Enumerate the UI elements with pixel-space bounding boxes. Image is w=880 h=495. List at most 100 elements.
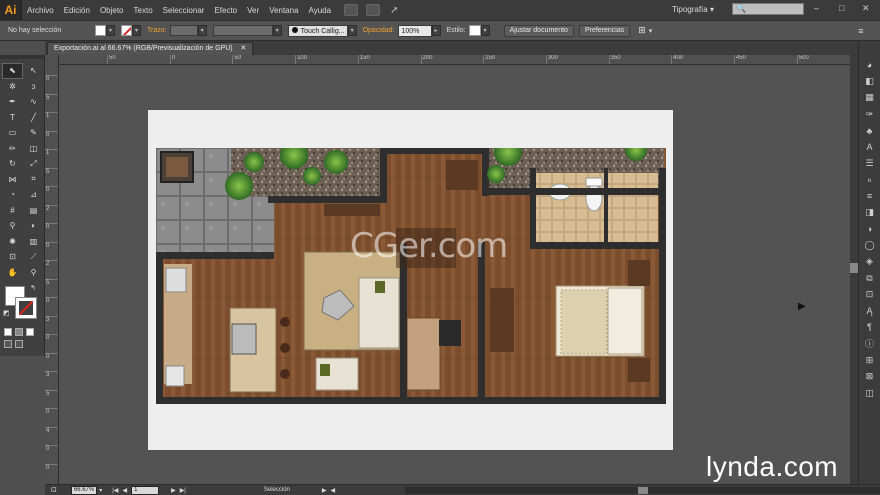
free-transform-tool-icon[interactable]: ⌗ (23, 172, 44, 188)
appearance-panel-icon[interactable]: ◯ (859, 237, 880, 253)
menu-ver[interactable]: Ver (242, 6, 264, 15)
curvature-tool-icon[interactable]: ∿ (23, 94, 44, 110)
brush-dropdown[interactable]: ▾ (347, 25, 357, 36)
zoom-dropdown-icon[interactable]: ▾ (99, 487, 102, 494)
pencil-tool-icon[interactable]: ✏ (2, 141, 23, 157)
swatches-panel-icon[interactable]: ▦ (859, 90, 880, 106)
minimize-icon[interactable]: ‒ (814, 3, 819, 13)
color-panel-icon[interactable]: ◕ (859, 57, 880, 73)
glyphs-panel-icon[interactable]: Ą (859, 303, 880, 319)
gpu-rocket-icon[interactable]: ➚ (390, 5, 398, 16)
layers-panel-icon[interactable]: ◈ (859, 254, 880, 270)
menu-texto[interactable]: Texto (129, 6, 158, 15)
view-icon[interactable]: ⊡ (51, 486, 57, 494)
lasso-tool-icon[interactable]: ↄ (23, 79, 44, 95)
tab-close-icon[interactable]: ✕ (240, 45, 246, 52)
pathfinder-panel-icon[interactable]: ◫ (859, 385, 880, 401)
blend-tool-icon[interactable]: ◐ (23, 218, 44, 234)
stroke-weight-dropdown[interactable]: ▾ (197, 25, 207, 36)
canvas-area[interactable]: ▶ (59, 65, 850, 484)
draw-mode-icon[interactable] (4, 340, 12, 348)
rotate-tool-icon[interactable]: ↻ (2, 156, 23, 172)
menu-seleccionar[interactable]: Seleccionar (158, 6, 210, 15)
hand-tool-icon[interactable]: ✋ (2, 265, 23, 281)
color-guide-icon[interactable]: ◧ (859, 73, 880, 89)
opentype-panel-icon[interactable]: ℴ (859, 172, 880, 188)
opacity-label[interactable]: Opacidad: (363, 27, 395, 34)
horizontal-scrollbar[interactable] (405, 487, 880, 494)
transform-panel-icon[interactable]: ⊠ (859, 368, 880, 384)
opacity-dropdown[interactable]: ▸ (431, 25, 441, 36)
stroke-color-swatch[interactable] (15, 297, 37, 319)
selection-tool-icon[interactable]: ⬉ (2, 63, 23, 79)
scrollbar-thumb[interactable] (850, 263, 858, 273)
gradient-tool-icon[interactable]: ▤ (23, 203, 44, 219)
opacity-field[interactable]: 100% (397, 24, 432, 37)
tabs-panel-icon[interactable]: ¶ (859, 319, 880, 335)
last-artboard-icon[interactable]: ▶| (180, 487, 186, 494)
menu-efecto[interactable]: Efecto (209, 6, 242, 15)
mesh-tool-icon[interactable]: # (2, 203, 23, 219)
style-swatch[interactable] (468, 25, 481, 36)
rectangle-tool-icon[interactable]: ▭ (2, 125, 23, 141)
none-mode-icon[interactable] (26, 328, 34, 336)
scroll-left-icon[interactable]: ◀ (331, 487, 336, 494)
menu-ayuda[interactable]: Ayuda (304, 6, 337, 15)
symbols-panel-icon[interactable]: ♣ (859, 123, 880, 139)
floor-plan-illustration[interactable] (156, 148, 666, 404)
vertical-ruler[interactable]: 0510150200250300350400 (45, 55, 59, 484)
gradient-mode-icon[interactable] (15, 328, 23, 336)
close-icon[interactable]: ✕ (862, 3, 870, 14)
artboard-tool-icon[interactable]: ⊡ (2, 249, 23, 265)
eyedropper-tool-icon[interactable]: ⚲ (2, 218, 23, 234)
maximize-icon[interactable]: □ (839, 3, 844, 13)
menu-archivo[interactable]: Archivo (22, 6, 59, 15)
width-tool-icon[interactable]: ⋈ (2, 172, 23, 188)
eraser-tool-icon[interactable]: ◫ (23, 141, 44, 157)
perspective-grid-tool-icon[interactable]: ⊿ (23, 187, 44, 203)
line-tool-icon[interactable]: ╱ (23, 110, 44, 126)
default-colors-icon[interactable]: ◩ (3, 309, 10, 317)
character-panel-icon[interactable]: A (859, 139, 880, 155)
next-artboard-icon[interactable]: ▶ (171, 487, 176, 494)
links-panel-icon[interactable]: ⊡ (859, 286, 880, 302)
fill-swatch[interactable] (95, 25, 106, 36)
search-input[interactable]: 🔍 (732, 3, 804, 15)
vertical-scrollbar[interactable] (850, 41, 858, 484)
transparency-panel-icon[interactable]: ◑ (859, 221, 880, 237)
arrange-docs-icon[interactable] (366, 4, 381, 16)
scale-tool-icon[interactable]: ⤢ (23, 156, 44, 172)
shape-builder-tool-icon[interactable]: ◔ (2, 187, 23, 203)
variable-width-dropdown[interactable]: ▾ (272, 25, 282, 36)
prev-artboard-icon[interactable]: ◀ (122, 487, 127, 494)
stroke-swatch[interactable] (121, 25, 132, 36)
panel-menu-icon[interactable]: ≡ (858, 26, 863, 36)
align-panel-icon[interactable]: ⊞ (859, 352, 880, 368)
magic-wand-tool-icon[interactable]: ✲ (2, 79, 23, 95)
menu-objeto[interactable]: Objeto (95, 6, 129, 15)
control-menu-icon[interactable]: ▾ (649, 27, 653, 35)
document-tab[interactable]: Exportación.ai al 66.67% (RGB/Previsuali… (47, 42, 254, 55)
info-panel-icon[interactable]: ⓘ (859, 336, 880, 352)
status-arrow-icon[interactable]: ▶ (322, 487, 327, 494)
horizontal-scrollbar-thumb[interactable] (638, 487, 648, 494)
artboard[interactable]: ▶ (148, 110, 806, 450)
artboard-number-field[interactable]: 1 (131, 485, 160, 495)
zoom-tool-icon[interactable]: ⚲ (23, 265, 44, 281)
screen-mode-icon[interactable] (15, 340, 23, 348)
color-mode-icon[interactable] (4, 328, 12, 336)
preferences-button[interactable]: Preferencias (578, 24, 631, 37)
symbol-sprayer-tool-icon[interactable]: ✺ (2, 234, 23, 250)
horizontal-ruler[interactable]: 5005010015020025030035040045050055060065… (59, 55, 850, 65)
column-graph-tool-icon[interactable]: ▥ (23, 234, 44, 250)
brushes-panel-icon[interactable]: ✑ (859, 106, 880, 122)
workspace-switcher[interactable]: Tipografía ▾ (672, 5, 714, 14)
adjust-document-button[interactable]: Ajustar documento (503, 24, 574, 37)
gradient-panel-icon[interactable]: ◨ (859, 205, 880, 221)
stroke-label[interactable]: Trazo: (147, 27, 167, 34)
menu-ventana[interactable]: Ventana (264, 6, 303, 15)
first-artboard-icon[interactable]: |◀ (112, 487, 118, 494)
paragraph-panel-icon[interactable]: ☰ (859, 155, 880, 171)
stroke-dropdown[interactable]: ▾ (132, 25, 141, 36)
menu-edicion[interactable]: Edición (59, 6, 95, 15)
